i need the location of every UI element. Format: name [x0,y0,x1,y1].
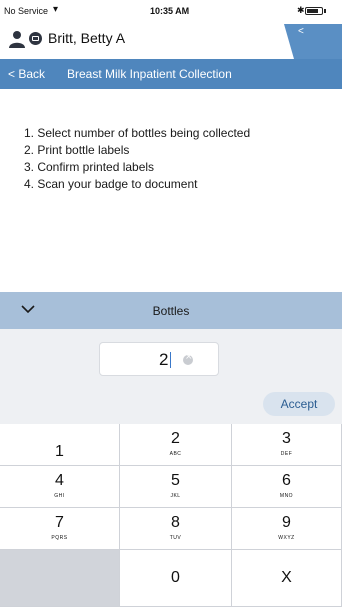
text-cursor [170,352,171,368]
page-title: Breast Milk Inpatient Collection [67,67,232,81]
key-digit: 4 [55,472,64,489]
key-4[interactable]: 4 GHI [0,466,120,508]
status-time: 10:35 AM [150,6,190,16]
bottle-count-input[interactable]: 2 [99,342,219,376]
key-letters: ABC [169,451,182,457]
key-letters: DEF [280,451,293,457]
key-digit: 2 [171,430,180,447]
instruction-item: 4. Scan your badge to document [24,177,198,191]
key-letters: TUV [169,535,182,541]
bottles-section-label: Bottles [152,304,190,318]
bluetooth-icon: ✱ [297,5,305,15]
instructions-list: 1. Select number of bottles being collec… [24,125,250,193]
instructions-panel: 1. Select number of bottles being collec… [0,89,342,292]
instruction-item: 3. Confirm printed labels [24,160,155,174]
key-letters: JKL [170,493,181,499]
key-digit: 1 [55,443,64,460]
patient-header: Britt, Betty A < [0,22,342,59]
bottles-section-header[interactable]: Bottles [0,292,342,329]
bottles-panel: 2 Accept [0,329,342,424]
key-3[interactable]: 3 DEF [232,424,342,466]
key-digit: 3 [282,430,291,447]
patient-tab-label: < [298,26,304,37]
key-digit: 8 [171,514,180,531]
key-6[interactable]: 6 MNO [232,466,342,508]
key-5[interactable]: 5 JKL [120,466,232,508]
key-2[interactable]: 2 ABC [120,424,232,466]
patient-name: Britt, Betty A [48,30,126,46]
key-digit: 9 [282,514,291,531]
patient-tab-button[interactable]: < [284,24,342,59]
key-letters: PQRS [51,535,68,541]
key-digit: 0 [171,569,180,586]
key-delete[interactable]: X [232,550,342,607]
battery-tip [324,9,326,13]
key-letters: WXYZ [278,535,295,541]
instruction-item: 1. Select number of bottles being collec… [24,126,251,140]
status-bar: No Service ▾ 10:35 AM ✱ [0,0,342,22]
key-letters: GHI [54,493,65,499]
key-0[interactable]: 0 [120,550,232,607]
key-9[interactable]: 9 WXYZ [232,508,342,550]
key-7[interactable]: 7 PQRS [0,508,120,550]
wifi-icon: ▾ [53,4,59,15]
battery-icon [305,7,323,15]
numeric-keypad: 1 2 ABC 3 DEF 4 GHI 5 JKL 6 MNO 7 PQRS 8… [0,424,342,607]
accept-button[interactable]: Accept [263,392,335,416]
key-digit: 7 [55,514,64,531]
instruction-item: 2. Print bottle labels [24,143,130,157]
key-1[interactable]: 1 [0,424,120,466]
bottle-count-value: 2 [159,350,169,369]
key-letters: MNO [279,493,294,499]
key-digit: 5 [171,472,180,489]
carrier-label: No Service [4,6,49,16]
person-icon [9,31,25,48]
back-button[interactable]: < Back [8,67,45,81]
key-digit: 6 [282,472,291,489]
key-8[interactable]: 8 TUV [120,508,232,550]
nav-bar: < Back Breast Milk Inpatient Collection [0,59,342,89]
id-badge-icon [29,32,42,45]
key-digit: X [281,569,292,586]
key-blank [0,550,120,607]
clear-icon[interactable] [183,352,193,365]
